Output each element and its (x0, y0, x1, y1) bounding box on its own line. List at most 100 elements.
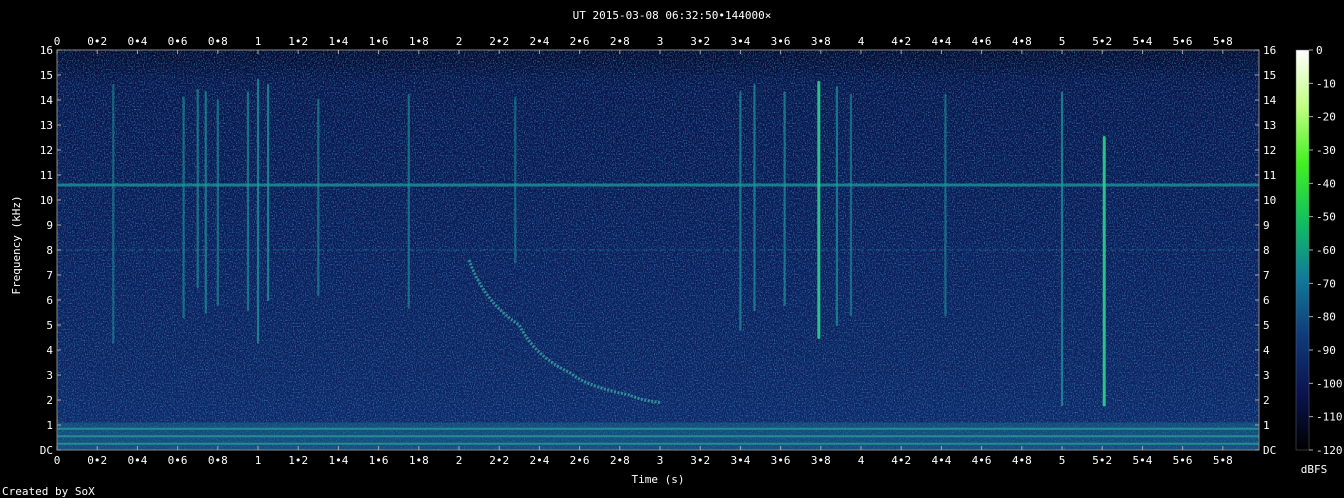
x-tick-label: 2•4 (529, 454, 549, 467)
y-tick-label: 2 (1263, 394, 1270, 407)
x-tick-label: 3 (657, 454, 664, 467)
y-tick-label: 5 (46, 319, 53, 332)
x-tick-label: 1•6 (369, 35, 389, 48)
x-tick-label: 1•4 (328, 35, 348, 48)
x-tick-label: 0•4 (127, 454, 147, 467)
x-tick-label: 2•8 (610, 35, 630, 48)
x-tick-label: 4•4 (931, 454, 951, 467)
x-tick-label: 1•4 (328, 454, 348, 467)
colorbar-tick-label: -110 (1316, 411, 1343, 424)
y-tick-label: 9 (46, 219, 53, 232)
x-tick-label: 3•4 (730, 454, 750, 467)
y-tick-label: 12 (1263, 144, 1276, 157)
x-tick-label: 4•2 (891, 35, 911, 48)
y-tick-label: 8 (1263, 244, 1270, 257)
y-tick-label: 16 (1263, 44, 1276, 57)
y-tick-label: 5 (1263, 319, 1270, 332)
y-tick-label: 11 (40, 169, 53, 182)
y-tick-label: 11 (1263, 169, 1276, 182)
x-tick-label: 4•6 (972, 35, 992, 48)
y-tick-label: 10 (1263, 194, 1276, 207)
y-tick-label: 12 (40, 144, 53, 157)
x-tick-label: 2•6 (570, 35, 590, 48)
spectrogram-chart: UT 2015-03-08 06:32:50•144000× 0 0•2 0•4 0•… (2, 9, 1343, 498)
x-tick-label: 5•8 (1213, 454, 1233, 467)
y-tick-label: 3 (1263, 369, 1270, 382)
x-tick-label: 0•8 (208, 454, 228, 467)
y-tick-label: 14 (40, 94, 54, 107)
chart-title: UT 2015-03-08 06:32:50•144000× (573, 9, 772, 22)
y-tick-label: 13 (1263, 119, 1276, 132)
colorbar-tick-label: -100 (1316, 377, 1343, 390)
y-tick-label: 9 (1263, 219, 1270, 232)
x-tick-label: 5 (1059, 35, 1066, 48)
y-tick-label: 7 (1263, 269, 1270, 282)
x-tick-label: 5•4 (1132, 35, 1152, 48)
x-tick-label: 4 (858, 454, 865, 467)
y-tick-label: 3 (46, 369, 53, 382)
x-tick-label: 2 (456, 35, 463, 48)
y-axis-label: Frequency (kHz) (10, 195, 23, 294)
x-tick-label: 1•6 (369, 454, 389, 467)
x-tick-label: 4•6 (972, 454, 992, 467)
colorbar-label: dBFS (1301, 463, 1328, 476)
x-tick-label: 5•2 (1092, 35, 1112, 48)
x-tick-label: 0 (54, 454, 61, 467)
x-tick-label: 1•2 (288, 454, 308, 467)
x-tick-label: 2•6 (570, 454, 590, 467)
colorbar-tick-label: -10 (1316, 77, 1336, 90)
y-tick-label: 14 (1263, 94, 1277, 107)
x-tick-label: 0•8 (208, 35, 228, 48)
y-tick-label: 4 (1263, 344, 1270, 357)
x-tick-label: 0•2 (87, 35, 107, 48)
y-tick-label: 7 (46, 269, 53, 282)
colorbar-gradient (1295, 49, 1310, 451)
y-tick-label: 6 (1263, 294, 1270, 307)
colorbar-tick-label: -70 (1316, 277, 1336, 290)
x-tick-label: 3•6 (771, 454, 791, 467)
x-tick-label: 3 (657, 35, 664, 48)
y-tick-label: 10 (40, 194, 53, 207)
x-tick-label: 3•8 (811, 35, 831, 48)
y-tick-label: 15 (1263, 69, 1276, 82)
x-tick-label: 0•2 (87, 454, 107, 467)
x-tick-label: 0•4 (127, 35, 147, 48)
x-tick-label: 5 (1059, 454, 1066, 467)
x-tick-label: 4 (858, 35, 865, 48)
x-tick-label: 2•4 (529, 35, 549, 48)
x-tick-label: 0 (54, 35, 61, 48)
colorbar-tick-label: -60 (1316, 244, 1336, 257)
y-tick-label: 13 (40, 119, 53, 132)
x-tick-label: 1 (255, 454, 262, 467)
plot-area (57, 50, 1259, 450)
y-tick-label: 15 (40, 69, 53, 82)
y-tick-label: DC (1263, 444, 1276, 457)
x-tick-label: 3•8 (811, 454, 831, 467)
colorbar-tick-label: -50 (1316, 211, 1336, 224)
y-tick-label: 1 (1263, 419, 1270, 432)
y-tick-label: 2 (46, 394, 53, 407)
x-tick-label: 1•8 (409, 454, 429, 467)
x-tick-label: 5•8 (1213, 35, 1233, 48)
x-tick-label: 2 (456, 454, 463, 467)
x-tick-label: 0•6 (168, 35, 188, 48)
colorbar-tick-label: -120 (1316, 444, 1343, 457)
x-tick-label: 5•2 (1092, 454, 1112, 467)
x-tick-label: 5•6 (1173, 35, 1193, 48)
y-tick-label: 1 (46, 419, 53, 432)
y-tick-label: 16 (40, 44, 53, 57)
x-tick-label: 1 (255, 35, 262, 48)
x-tick-label: 3•6 (771, 35, 791, 48)
colorbar-ticks: 0 -10 -20 -30 -40 -50 -60 -70 -80 -90 -100 -110 -120 (1309, 44, 1343, 457)
x-tick-label: 1•8 (409, 35, 429, 48)
colorbar-tick-label: -20 (1316, 111, 1336, 124)
x-tick-label: 4•8 (1012, 454, 1032, 467)
colorbar-tick-label: -30 (1316, 144, 1336, 157)
x-tick-label: 3•2 (690, 35, 710, 48)
x-tick-label: 4•2 (891, 454, 911, 467)
y-tick-label: DC (40, 444, 53, 457)
y-tick-label: 8 (46, 244, 53, 257)
x-tick-label: 2•8 (610, 454, 630, 467)
colorbar-tick-label: -90 (1316, 344, 1336, 357)
x-tick-label: 5•6 (1173, 454, 1193, 467)
